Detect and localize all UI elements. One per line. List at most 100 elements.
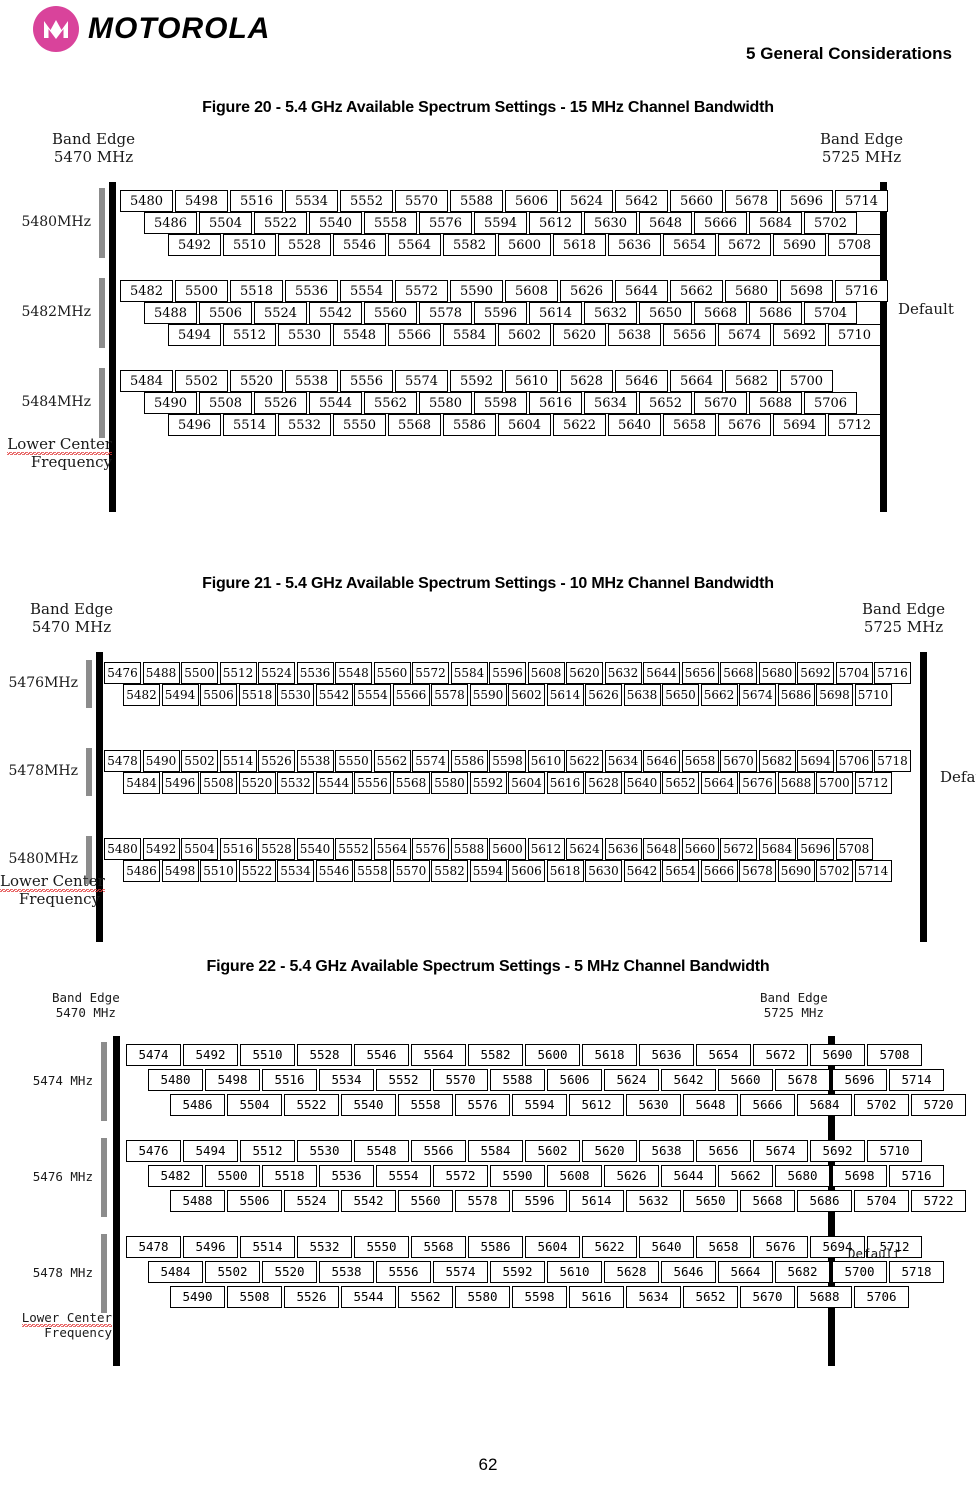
channel-box[interactable]: 5632 xyxy=(626,1190,681,1212)
channel-box[interactable]: 5480 xyxy=(148,1069,203,1091)
channel-box[interactable]: 5664 xyxy=(700,772,738,794)
channel-box[interactable]: 5640 xyxy=(623,772,661,794)
channel-box[interactable]: 5560 xyxy=(364,302,417,324)
channel-box[interactable]: 5506 xyxy=(200,684,237,706)
channel-box[interactable]: 5478 xyxy=(126,1236,181,1258)
channel-box[interactable]: 5662 xyxy=(670,280,723,302)
channel-box[interactable]: 5706 xyxy=(835,750,873,772)
channel-box[interactable]: 5562 xyxy=(373,750,411,772)
channel-box[interactable]: 5616 xyxy=(569,1286,624,1308)
channel-box[interactable]: 5548 xyxy=(354,1140,409,1162)
channel-box[interactable]: 5476 xyxy=(126,1140,181,1162)
channel-box[interactable]: 5670 xyxy=(740,1286,795,1308)
channel-box[interactable]: 5634 xyxy=(584,392,637,414)
channel-box[interactable]: 5550 xyxy=(333,414,386,436)
channel-box[interactable]: 5598 xyxy=(512,1286,567,1308)
channel-box[interactable]: 5610 xyxy=(527,750,565,772)
channel-box[interactable]: 5612 xyxy=(569,1094,624,1116)
channel-box[interactable]: 5512 xyxy=(223,324,276,346)
channel-box[interactable]: 5568 xyxy=(411,1236,466,1258)
channel-box[interactable]: 5582 xyxy=(468,1044,523,1066)
channel-box[interactable]: 5506 xyxy=(199,302,252,324)
channel-box[interactable]: 5684 xyxy=(758,838,796,860)
channel-box[interactable]: 5696 xyxy=(780,190,833,212)
channel-box[interactable]: 5514 xyxy=(219,750,257,772)
channel-box[interactable]: 5572 xyxy=(395,280,448,302)
channel-box[interactable]: 5704 xyxy=(804,302,857,324)
channel-box[interactable]: 5502 xyxy=(181,750,218,772)
channel-box[interactable]: 5584 xyxy=(450,662,488,684)
channel-box[interactable]: 5710 xyxy=(828,324,881,346)
channel-box[interactable]: 5662 xyxy=(718,1165,773,1187)
channel-box[interactable]: 5538 xyxy=(285,370,338,392)
channel-box[interactable]: 5500 xyxy=(175,280,228,302)
channel-box[interactable]: 5546 xyxy=(333,234,386,256)
channel-box[interactable]: 5586 xyxy=(443,414,496,436)
channel-box[interactable]: 5606 xyxy=(547,1069,602,1091)
channel-box[interactable]: 5560 xyxy=(373,662,411,684)
channel-box[interactable]: 5576 xyxy=(419,212,472,234)
channel-box[interactable]: 5500 xyxy=(181,662,218,684)
channel-box[interactable]: 5714 xyxy=(854,860,892,882)
channel-box[interactable]: 5714 xyxy=(889,1069,944,1091)
channel-box[interactable]: 5586 xyxy=(468,1236,523,1258)
channel-box[interactable]: 5642 xyxy=(661,1069,716,1091)
channel-box[interactable]: 5502 xyxy=(175,370,228,392)
channel-box[interactable]: 5708 xyxy=(867,1044,922,1066)
channel-box[interactable]: 5616 xyxy=(546,772,584,794)
channel-box[interactable]: 5718 xyxy=(874,750,911,772)
channel-box[interactable]: 5672 xyxy=(720,838,757,860)
channel-box[interactable]: 5548 xyxy=(335,662,372,684)
channel-box[interactable]: 5660 xyxy=(670,190,723,212)
channel-box[interactable]: 5704 xyxy=(835,662,873,684)
channel-box[interactable]: 5578 xyxy=(419,302,472,324)
channel-box[interactable]: 5640 xyxy=(608,414,661,436)
channel-box[interactable]: 5706 xyxy=(854,1286,909,1308)
channel-box[interactable]: 5596 xyxy=(474,302,527,324)
channel-box[interactable]: 5690 xyxy=(777,860,815,882)
channel-box[interactable]: 5614 xyxy=(529,302,582,324)
channel-box[interactable]: 5524 xyxy=(254,302,307,324)
channel-box[interactable]: 5596 xyxy=(489,662,526,684)
channel-box[interactable]: 5526 xyxy=(284,1286,339,1308)
channel-box[interactable]: 5604 xyxy=(498,414,551,436)
channel-box[interactable]: 5486 xyxy=(170,1094,225,1116)
channel-box[interactable]: 5512 xyxy=(219,662,257,684)
channel-box[interactable]: 5576 xyxy=(412,838,449,860)
channel-box[interactable]: 5718 xyxy=(889,1261,944,1283)
channel-box[interactable]: 5646 xyxy=(643,750,680,772)
channel-box[interactable]: 5546 xyxy=(354,1044,409,1066)
channel-box[interactable]: 5656 xyxy=(663,324,716,346)
channel-box[interactable]: 5550 xyxy=(354,1236,409,1258)
channel-box[interactable]: 5592 xyxy=(450,370,503,392)
channel-box[interactable]: 5600 xyxy=(498,234,551,256)
channel-box[interactable]: 5676 xyxy=(753,1236,808,1258)
channel-box[interactable]: 5620 xyxy=(553,324,606,346)
channel-box[interactable]: 5642 xyxy=(615,190,668,212)
channel-box[interactable]: 5612 xyxy=(527,838,565,860)
channel-box[interactable]: 5514 xyxy=(223,414,276,436)
channel-box[interactable]: 5660 xyxy=(681,838,719,860)
channel-box[interactable]: 5658 xyxy=(696,1236,751,1258)
channel-box[interactable]: 5578 xyxy=(455,1190,510,1212)
channel-box[interactable]: 5600 xyxy=(489,838,526,860)
channel-box[interactable]: 5580 xyxy=(455,1286,510,1308)
channel-box[interactable]: 5646 xyxy=(615,370,668,392)
channel-box[interactable]: 5608 xyxy=(527,662,565,684)
channel-box[interactable]: 5632 xyxy=(584,302,637,324)
channel-box[interactable]: 5572 xyxy=(433,1165,488,1187)
channel-box[interactable]: 5610 xyxy=(505,370,558,392)
channel-box[interactable]: 5562 xyxy=(398,1286,453,1308)
channel-box[interactable]: 5534 xyxy=(277,860,314,882)
channel-box[interactable]: 5606 xyxy=(505,190,558,212)
channel-box[interactable]: 5528 xyxy=(258,838,295,860)
channel-box[interactable]: 5720 xyxy=(911,1094,966,1116)
channel-box[interactable]: 5542 xyxy=(309,302,362,324)
channel-box[interactable]: 5670 xyxy=(694,392,747,414)
channel-box[interactable]: 5554 xyxy=(376,1165,431,1187)
channel-box[interactable]: 5516 xyxy=(262,1069,317,1091)
channel-box[interactable]: 5708 xyxy=(828,234,881,256)
channel-box[interactable]: 5670 xyxy=(720,750,757,772)
channel-box[interactable]: 5664 xyxy=(670,370,723,392)
channel-box[interactable]: 5514 xyxy=(240,1236,295,1258)
